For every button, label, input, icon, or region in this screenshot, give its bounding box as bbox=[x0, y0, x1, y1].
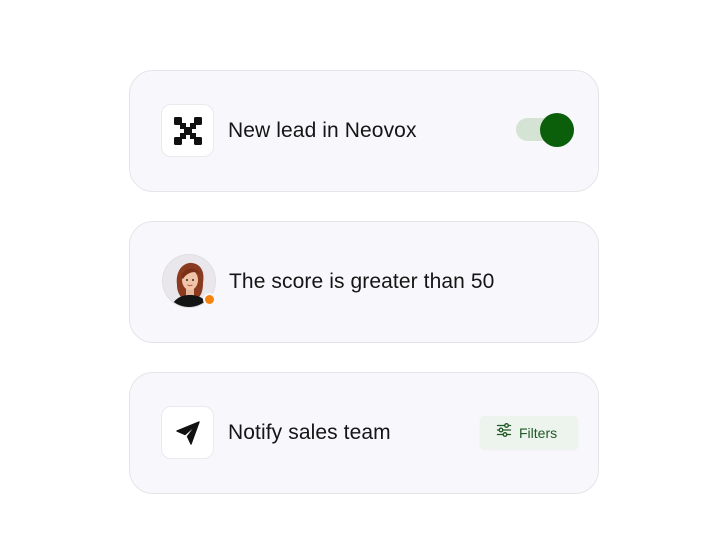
send-icon bbox=[161, 406, 214, 459]
sliders-icon bbox=[496, 422, 512, 443]
action-card[interactable]: Notify sales team Filters bbox=[129, 372, 599, 494]
workflow-steps: New lead in Neovox The score is greater … bbox=[0, 0, 726, 560]
condition-label: The score is greater than 50 bbox=[229, 270, 495, 293]
action-label: Notify sales team bbox=[228, 421, 391, 444]
status-indicator bbox=[203, 293, 216, 306]
trigger-card[interactable]: New lead in Neovox bbox=[129, 70, 599, 192]
trigger-label: New lead in Neovox bbox=[228, 119, 417, 142]
trigger-toggle[interactable] bbox=[516, 113, 574, 147]
filters-label: Filters bbox=[519, 424, 558, 441]
toggle-knob bbox=[540, 113, 574, 147]
condition-card[interactable]: The score is greater than 50 bbox=[129, 221, 599, 343]
filters-button[interactable]: Filters bbox=[480, 416, 578, 449]
neovox-logo-icon bbox=[161, 104, 214, 157]
avatar bbox=[162, 254, 216, 308]
